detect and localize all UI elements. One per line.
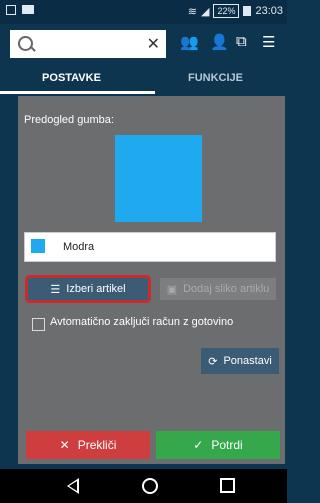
color-name: Modra <box>63 241 95 253</box>
reset-button[interactable]: ⟳ Ponastavi <box>201 348 279 374</box>
user-icon[interactable]: 👤 <box>210 33 229 51</box>
settings-panel: Predogled gumba: Modra ☰ Izberi artikel … <box>18 96 285 464</box>
color-swatch <box>31 239 45 253</box>
group-icon[interactable]: 👥 <box>180 33 199 51</box>
navigation-bar <box>0 469 287 503</box>
auto-close-label: Avtomatično zaključi račun z gotovino <box>50 316 234 328</box>
cancel-label: Prekliči <box>77 438 117 452</box>
add-image-button[interactable]: ▣ Dodaj sliko artiklu <box>160 278 276 300</box>
search-input[interactable]: ✕ <box>10 30 166 58</box>
back-icon[interactable] <box>67 478 79 494</box>
preview-label: Predogled gumba: <box>24 114 114 126</box>
tab-bar: POSTAVKE FUNKCIJE <box>0 64 287 94</box>
search-icon <box>18 36 33 51</box>
battery-icon <box>243 6 252 16</box>
tab-indicator <box>0 91 155 94</box>
confirm-button[interactable]: ✓ Potrdi <box>156 431 280 459</box>
add-image-label: Dodaj sliko artiklu <box>183 283 270 295</box>
check-icon: ✓ <box>193 438 204 452</box>
home-icon[interactable] <box>142 478 158 494</box>
wifi-icon: ≋ <box>187 5 197 18</box>
toolbar: ✕ 👥 👤 ⧉ ☰ <box>0 24 287 64</box>
tab-postavke[interactable]: POSTAVKE <box>0 72 143 84</box>
reset-label: Ponastavi <box>223 355 272 367</box>
clock: 23:03 <box>255 5 283 17</box>
signal-icon: ◢ <box>200 5 210 18</box>
list-icon: ☰ <box>50 283 61 296</box>
image-icon: ▣ <box>166 283 178 296</box>
auto-close-checkbox[interactable] <box>32 318 45 331</box>
battery-percent: 22% <box>213 4 240 18</box>
mail-icon <box>22 5 34 14</box>
close-icon[interactable]: ✕ <box>147 34 160 54</box>
confirm-label: Potrdi <box>211 438 243 452</box>
copy-icon[interactable]: ⧉ <box>236 33 247 50</box>
close-icon: ✕ <box>59 438 70 452</box>
color-select[interactable]: Modra <box>24 232 276 262</box>
select-item-label: Izberi artikel <box>66 283 126 295</box>
button-preview <box>115 135 202 222</box>
select-item-button[interactable]: ☰ Izberi artikel <box>28 278 148 300</box>
screenshot-icon <box>6 5 16 15</box>
menu-list-icon[interactable]: ☰ <box>262 33 275 51</box>
tab-funkcije[interactable]: FUNKCIJE <box>144 72 287 84</box>
status-bar: ≋ ◢ 22% 23:03 <box>0 0 287 24</box>
cancel-button[interactable]: ✕ Prekliči <box>26 431 150 459</box>
refresh-icon: ⟳ <box>208 355 218 368</box>
recent-apps-icon[interactable] <box>220 478 235 493</box>
